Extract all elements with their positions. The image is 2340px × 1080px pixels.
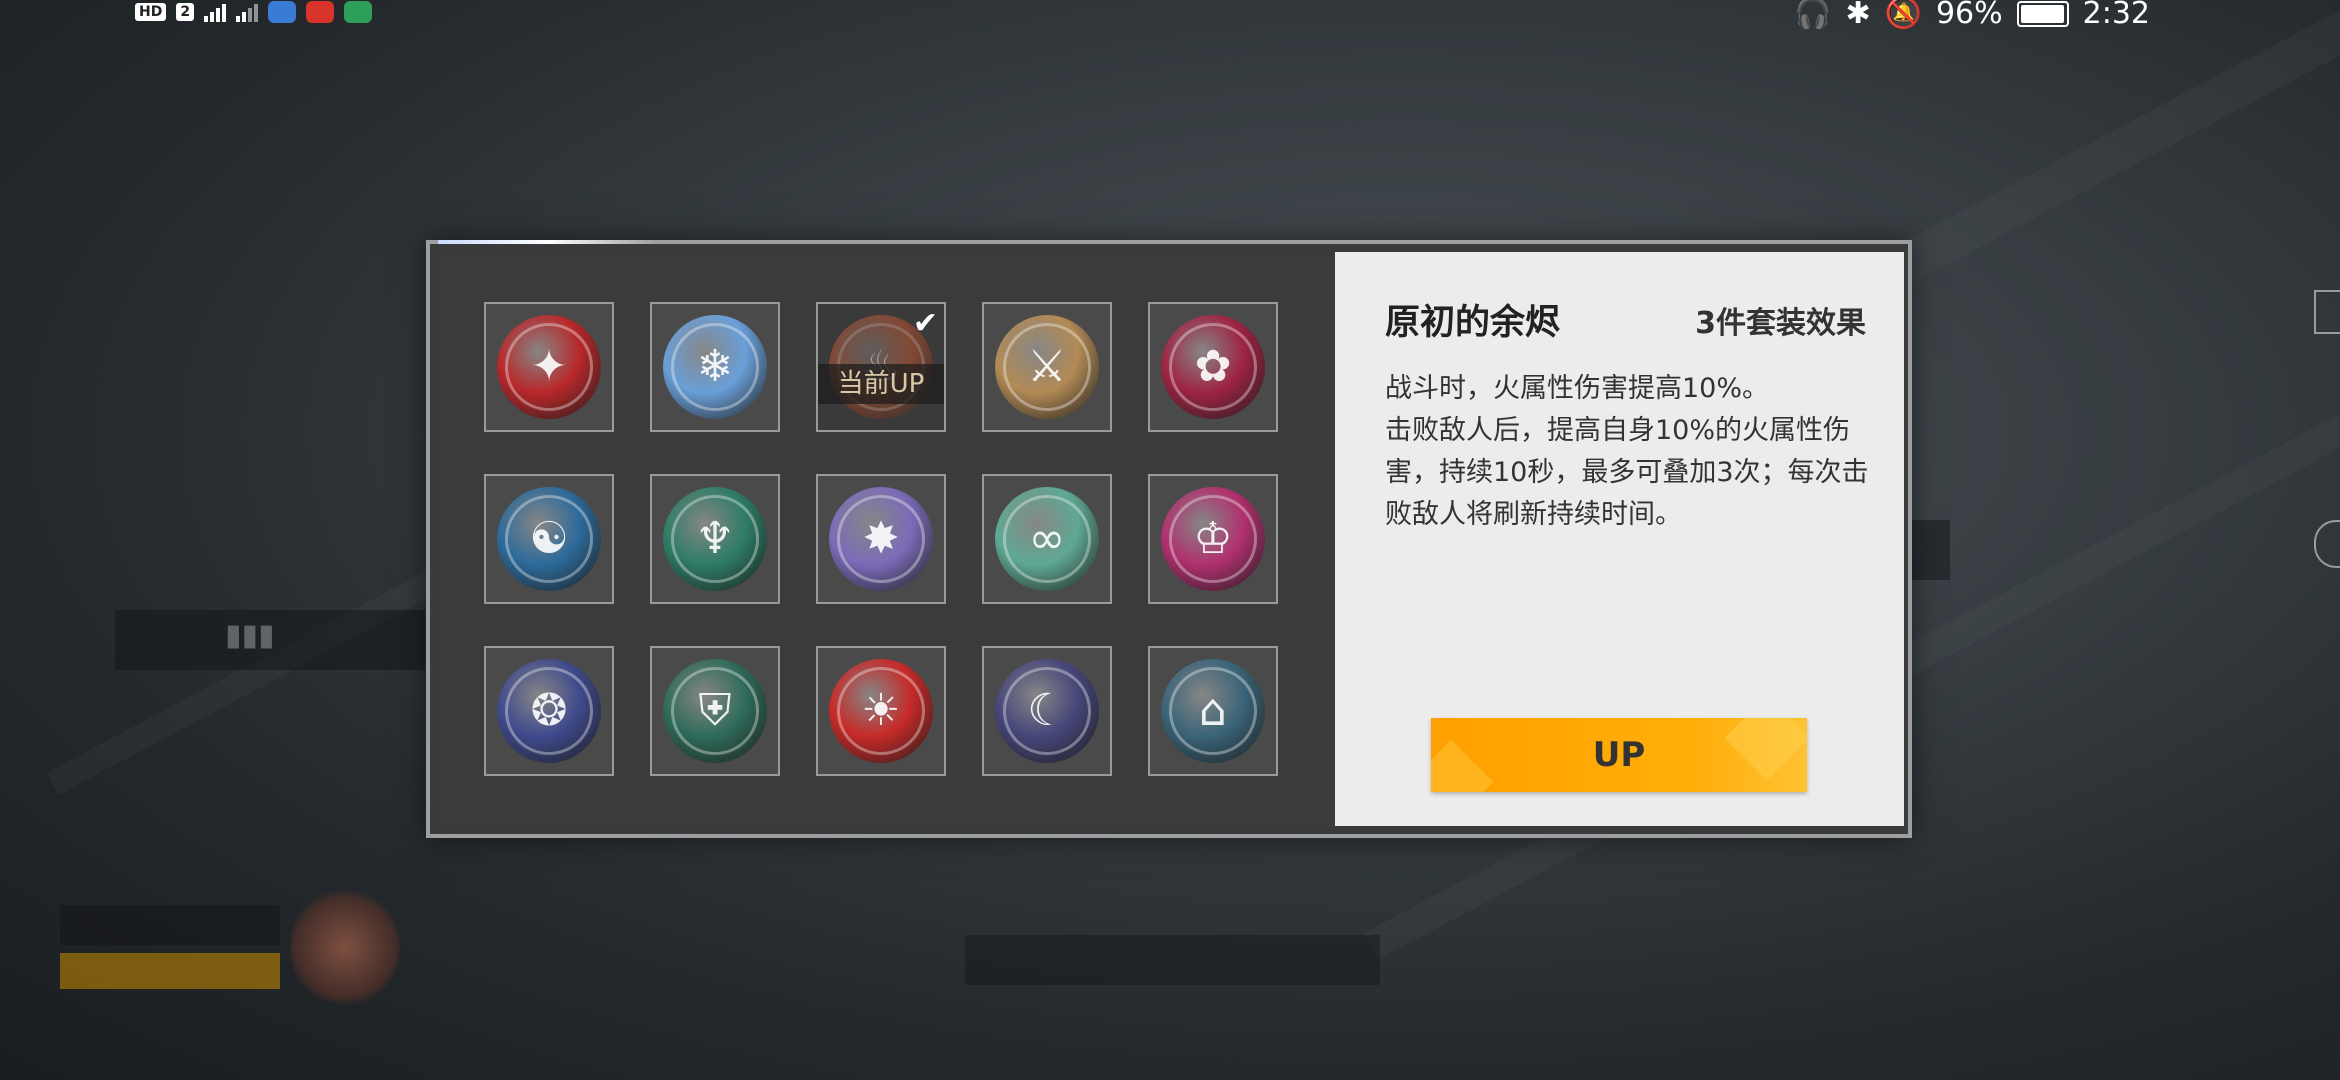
app-notification-icon-2	[344, 1, 373, 23]
azure-antler-emblem-icon: ❄	[663, 315, 767, 419]
huawei-app-icon	[306, 1, 335, 23]
up-button[interactable]: UP	[1431, 718, 1807, 792]
emblem-slot[interactable]: ⛨	[650, 646, 780, 776]
violet-beast-emblem-icon: ✸	[829, 487, 933, 591]
infinity-knot-emblem-icon: ∞	[995, 487, 1099, 591]
background-hint-bar	[965, 935, 1380, 985]
set-detail-panel: 原初的余烬 3件套装效果 战斗时，火属性伤害提高10%。 击败敌人后，提高自身1…	[1335, 252, 1904, 826]
emblem-slot[interactable]: ☯	[484, 474, 614, 604]
emblem-slot[interactable]: ✦	[484, 302, 614, 432]
background-emblem-icon	[290, 885, 400, 1010]
background-character-card	[60, 905, 280, 995]
set-description: 战斗时，火属性伤害提高10%。 击败敌人后，提高自身10%的火属性伤害，持续10…	[1385, 368, 1875, 536]
hd-badge: HD	[135, 3, 167, 21]
background-tag-text: ▮▮▮	[225, 618, 275, 653]
description-line: 战斗时，火属性伤害提高10%。	[1385, 373, 1770, 404]
battery-percent: 96%	[1935, 0, 2003, 31]
chalice-emblem-icon: ♔	[1161, 487, 1265, 591]
emblem-slot[interactable]: ❄	[650, 302, 780, 432]
bluetooth-icon: ✱	[1845, 0, 1871, 31]
check-icon: ✔	[912, 306, 938, 341]
spartan-helmet-emblem-icon: ⛨	[663, 659, 767, 763]
emblem-slot[interactable]: ✿	[1148, 302, 1278, 432]
crimson-crest-emblem-icon: ✦	[497, 315, 601, 419]
current-up-tag: 当前UP	[818, 364, 944, 404]
emblem-slot[interactable]: ∞	[982, 474, 1112, 604]
emblem-slot[interactable]: ⌂	[1148, 646, 1278, 776]
emblem-slot[interactable]: ⚔	[982, 302, 1112, 432]
side-back-button[interactable]	[2316, 750, 2340, 786]
emblem-slot[interactable]: ✸	[816, 474, 946, 604]
battery-icon	[2016, 0, 2069, 27]
app-notification-icon	[268, 1, 297, 23]
winged-sword-emblem-icon: ⚔	[995, 315, 1099, 419]
headphones-icon: 🎧	[1794, 0, 1832, 31]
clock: 2:32	[2082, 0, 2150, 31]
set-name: 原初的余烬	[1385, 303, 1561, 343]
signal-icon	[204, 2, 227, 22]
status-bar: HD 2 🎧 ✱ 🔕 96% 2:32	[0, 0, 2340, 31]
set-effect-label: 3件套装效果	[1695, 306, 1866, 341]
dialog-shine	[438, 240, 658, 244]
crescent-arrow-emblem-icon: ☾	[995, 659, 1099, 763]
signal-icon-2	[236, 2, 259, 22]
emblem-panel: ✦❄♨当前UP✔⚔✿☯♆✸∞♔❂⛨☀☾⌂	[438, 252, 1335, 826]
blue-dragon-emblem-icon: ☯	[497, 487, 601, 591]
sun-banner-emblem-icon: ☀	[829, 659, 933, 763]
temple-emblem-icon: ⌂	[1161, 659, 1265, 763]
emblem-slot[interactable]: ☾	[982, 646, 1112, 776]
side-square-button[interactable]	[2314, 290, 2340, 334]
emblem-slot[interactable]: ☀	[816, 646, 946, 776]
background-bar	[1910, 520, 1950, 580]
description-line: 击败敌人后，提高自身10%的火属性伤害，持续10秒，最多可叠加3次；每次击败敌人…	[1385, 415, 1869, 530]
emblem-slot[interactable]: ♔	[1148, 474, 1278, 604]
emblem-grid: ✦❄♨当前UP✔⚔✿☯♆✸∞♔❂⛨☀☾⌂	[484, 302, 1278, 776]
set-selection-dialog: ✦❄♨当前UP✔⚔✿☯♆✸∞♔❂⛨☀☾⌂ 原初的余烬 3件套装效果 战斗时，火属…	[426, 240, 1912, 838]
emblem-slot[interactable]: ❂	[484, 646, 614, 776]
sim-badge: 2	[176, 3, 195, 21]
emblem-slot[interactable]: ♆	[650, 474, 780, 604]
fox-mask-emblem-icon: ✿	[1161, 315, 1265, 419]
mute-icon: 🔕	[1884, 0, 1922, 31]
emblem-slot[interactable]: ♨当前UP✔	[816, 302, 946, 432]
winged-shell-emblem-icon: ❂	[497, 659, 601, 763]
green-serpent-emblem-icon: ♆	[663, 487, 767, 591]
